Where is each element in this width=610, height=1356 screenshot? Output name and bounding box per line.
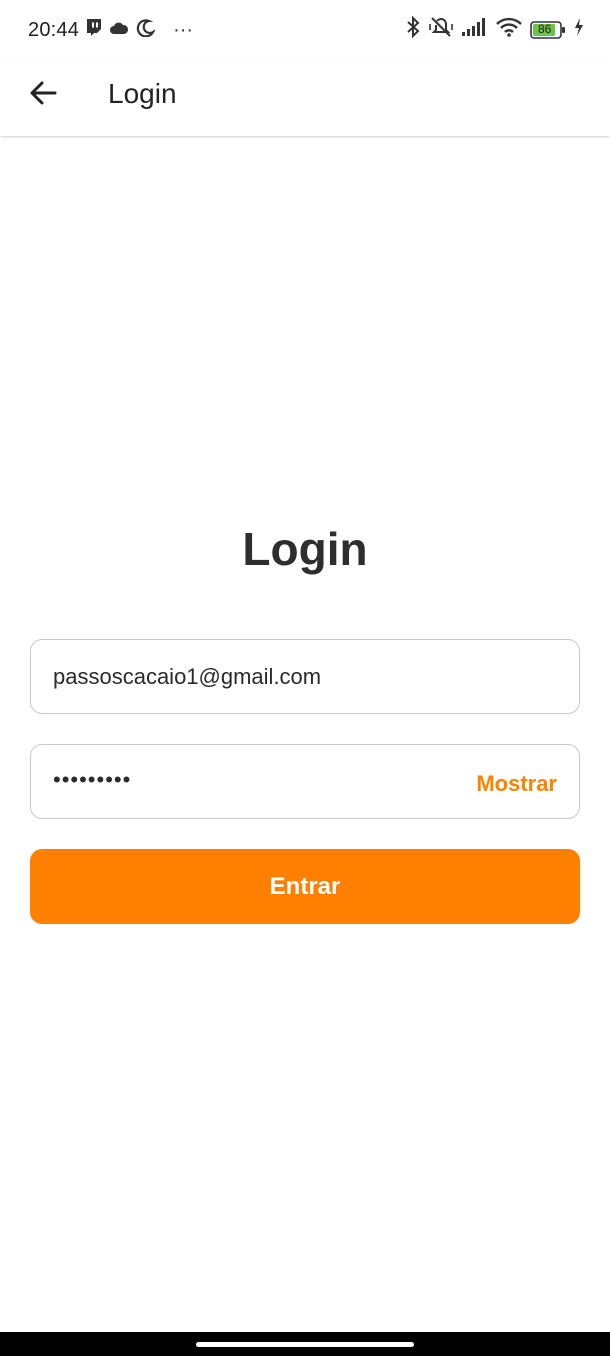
moon-app-icon (135, 19, 156, 42)
battery-level: 86 (538, 21, 552, 36)
bluetooth-icon (406, 15, 420, 43)
cloud-icon (109, 21, 129, 40)
app-bar: Login (0, 60, 610, 136)
app-bar-title: Login (108, 78, 177, 109)
back-button[interactable] (26, 78, 60, 112)
signal-icon (462, 18, 488, 41)
submit-label: Entrar (269, 872, 341, 900)
system-nav-bar (0, 1332, 610, 1356)
status-time: 20:44 (28, 19, 80, 41)
arrow-left-icon (29, 81, 57, 110)
charging-icon (574, 18, 584, 41)
status-bar: 20:44 ··· 86 (0, 0, 610, 60)
status-right: 86 (406, 15, 584, 43)
wifi-icon (496, 17, 522, 42)
page-title: Login (242, 523, 368, 575)
login-submit-button[interactable]: Entrar (30, 849, 580, 924)
more-dots-icon: ··· (173, 19, 194, 41)
vibrate-off-icon (428, 16, 454, 43)
password-field[interactable]: ••••••••• Mostrar (30, 744, 580, 819)
password-value[interactable]: ••••••••• (53, 767, 131, 793)
status-left: 20:44 ··· (28, 18, 193, 43)
battery-icon: 86 (530, 20, 566, 39)
show-password-button[interactable]: Mostrar (476, 771, 557, 797)
email-value[interactable]: passoscacaio1@gmail.com (53, 664, 321, 690)
email-field[interactable]: passoscacaio1@gmail.com (30, 639, 580, 714)
twitch-icon (85, 18, 103, 43)
home-indicator[interactable] (196, 1342, 414, 1347)
